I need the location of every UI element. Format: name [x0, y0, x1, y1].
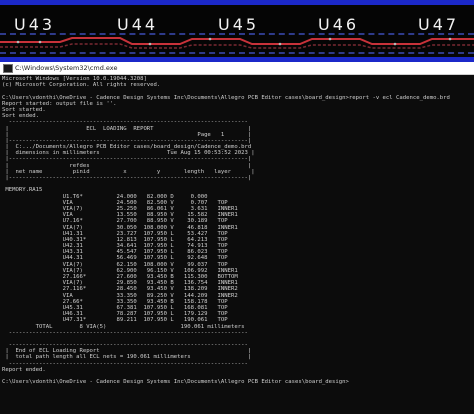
component-label-u45: U45 — [218, 15, 260, 34]
pcb-dashed-trace-upper — [0, 33, 474, 35]
component-label-u44: U44 — [117, 15, 159, 34]
pcb-top-plane — [0, 0, 474, 5]
component-label-u46: U46 — [318, 15, 360, 34]
pcb-ecl-net-trace — [0, 37, 474, 49]
command-prompt-window[interactable]: C:\Windows\System32\cmd.exe Microsoft Wi… — [0, 62, 474, 414]
pcb-layout-view: U43 U44 U45 U46 U47 — [0, 0, 474, 62]
console-line: C:\Users\vdonthi\OneDrive - Cadence Desi… — [2, 379, 349, 386]
window-titlebar[interactable]: C:\Windows\System32\cmd.exe — [0, 62, 474, 75]
console-line: C:\Users\vdonthi\OneDrive - Cadence Desi… — [2, 94, 450, 101]
component-label-u47: U47 — [418, 15, 460, 34]
console-output[interactable]: Microsoft Windows [Version 10.0.19044.32… — [2, 76, 472, 412]
pcb-dashed-trace-lower — [0, 52, 474, 54]
window-title: C:\Windows\System32\cmd.exe — [15, 64, 118, 72]
component-label-u43: U43 — [14, 15, 56, 34]
terminal-icon — [3, 64, 13, 73]
